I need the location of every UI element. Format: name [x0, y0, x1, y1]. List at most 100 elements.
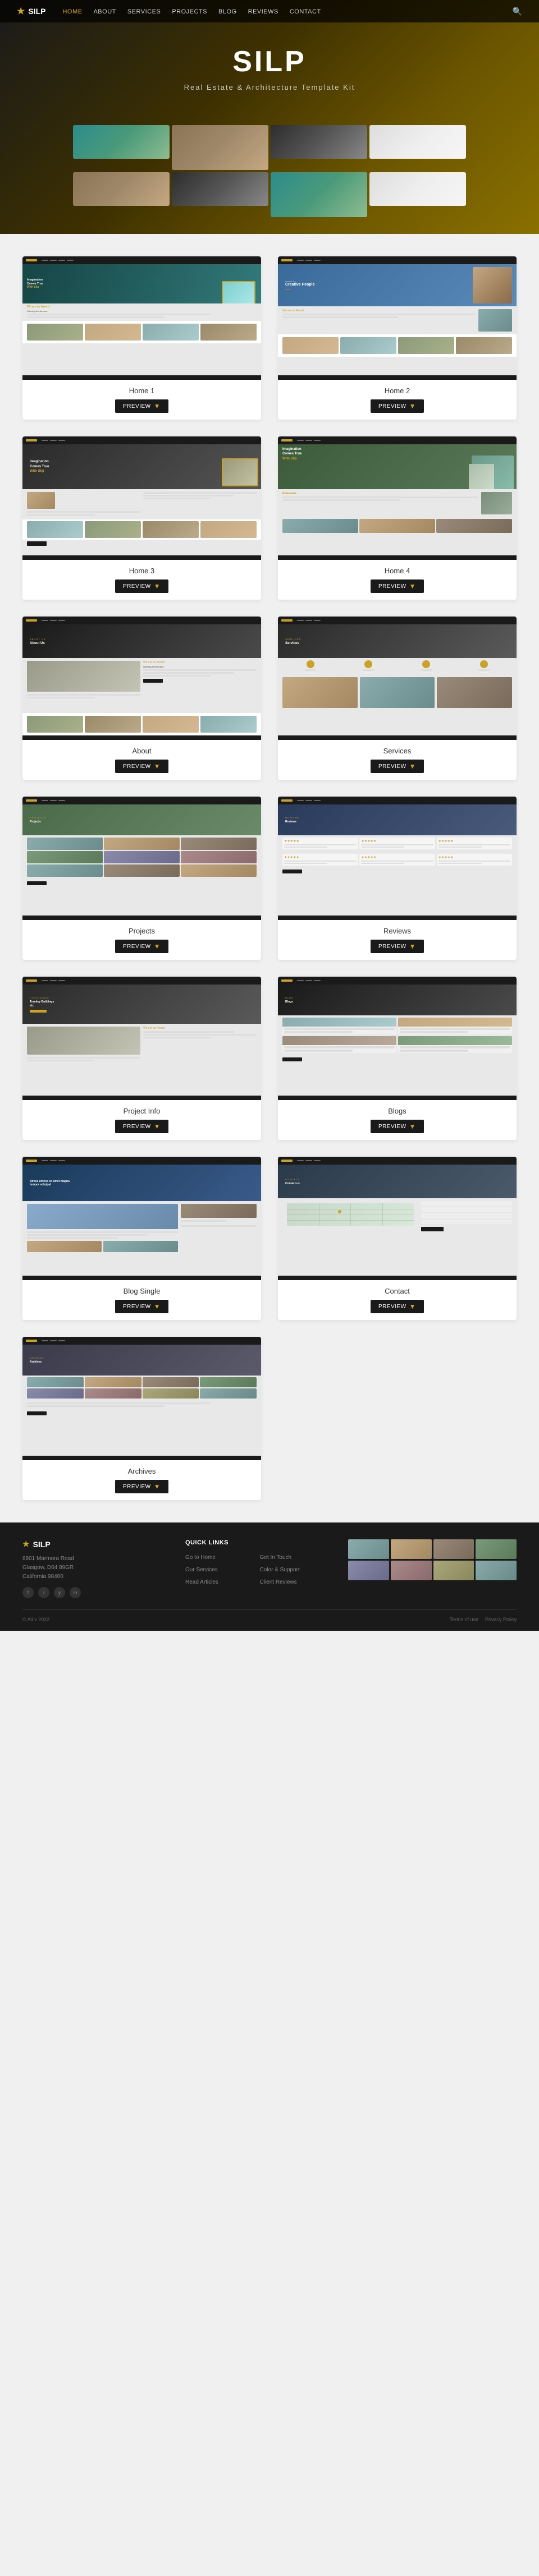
mini-nav-home2 — [278, 256, 517, 264]
preview-arrow-icon-3: ▼ — [154, 582, 161, 590]
mini-hero-archives: ARCHIVE Archives — [22, 1345, 261, 1376]
preview-btn-projects[interactable]: PREVIEW ▼ — [115, 940, 168, 953]
template-preview-blogs: BLOG Blogs — [278, 977, 517, 1100]
template-info-about: About PREVIEW ▼ — [22, 740, 261, 780]
footer-links-title: Quick links — [185, 1539, 326, 1546]
mockup-card-3 — [271, 125, 367, 159]
template-info-contact: Contact PREVIEW ▼ — [278, 1280, 517, 1320]
template-home4: ImaginationComes TrueWith Silp Realestat… — [278, 436, 517, 600]
template-preview-blogsingle: Stress utrices sit amet magnatempor volu… — [22, 1157, 261, 1280]
footer-logo: ★ SILP — [22, 1539, 163, 1549]
nav-item-projects[interactable]: PROJECTS — [172, 6, 207, 16]
nav-link-reviews[interactable]: REVIEWS — [248, 8, 278, 15]
footer-terms-link[interactable]: Terms of use — [449, 1617, 478, 1622]
nav-link-about[interactable]: ABOUT — [93, 8, 116, 15]
footer-link-item: Read Articles — [185, 1576, 252, 1586]
nav-link-blog[interactable]: BLOG — [218, 8, 237, 15]
mini-hero-projectinfo: Construction Turnkey Buildingsetc — [22, 985, 261, 1024]
preview-btn-home2[interactable]: PREVIEW ▼ — [371, 399, 424, 413]
mockup-card-2 — [172, 125, 268, 170]
preview-btn-about[interactable]: PREVIEW ▼ — [115, 760, 168, 773]
preview-arrow-icon-projectinfo: ▼ — [154, 1123, 161, 1130]
footer-brand: ★ SILP 8901 Marmora Road Glasgow, D04 89… — [22, 1539, 163, 1598]
preview-arrow-icon-services: ▼ — [409, 762, 416, 770]
nav-link-contact[interactable]: CONTACT — [290, 8, 321, 15]
nav-logo[interactable]: ★ SILP — [17, 6, 45, 17]
youtube-icon[interactable]: y — [54, 1587, 65, 1598]
template-preview-home4: ImaginationComes TrueWith Silp Realestat… — [278, 436, 517, 560]
template-name-blogsingle: Blog Single — [31, 1287, 253, 1295]
template-home3: ImaginationComes TrueWith Silp — [22, 436, 261, 600]
footer-link-support[interactable]: Color & Support — [260, 1567, 300, 1573]
mini-hero-home3: ImaginationComes TrueWith Silp — [22, 444, 261, 489]
footer-link-contact[interactable]: Get In Touch — [260, 1554, 292, 1561]
mini-nav-home4 — [278, 436, 517, 444]
preview-btn-services[interactable]: PREVIEW ▼ — [371, 760, 424, 773]
nav-link-projects[interactable]: PROJECTS — [172, 8, 207, 15]
mini-hero-projects: PROJECTS Projects — [22, 804, 261, 835]
template-home1: Imagination Comes True With Silp We are … — [22, 256, 261, 420]
template-info-home2: Home 2 PREVIEW ▼ — [278, 380, 517, 420]
mini-nav-services — [278, 617, 517, 624]
preview-btn-home4[interactable]: PREVIEW ▼ — [371, 579, 424, 593]
template-info-archives: Archives PREVIEW ▼ — [22, 1460, 261, 1500]
template-info-services: Services PREVIEW ▼ — [278, 740, 517, 780]
nav-item-contact[interactable]: CONTACT — [290, 6, 321, 16]
footer-gallery-item-8 — [476, 1561, 517, 1580]
hero-subtitle: Real Estate & Architecture Template Kit — [11, 83, 528, 91]
instagram-icon[interactable]: i — [38, 1587, 49, 1598]
template-about: ABOUT US About Us We are an Awa — [22, 617, 261, 780]
footer-logo-star-icon: ★ — [22, 1539, 30, 1549]
template-info-projects: Projects PREVIEW ▼ — [22, 920, 261, 960]
mini-blog-grid — [278, 1015, 517, 1055]
footer-copyright: © All v 2022 — [22, 1617, 49, 1622]
footer-gallery-item-1 — [348, 1539, 389, 1559]
main-nav: ★ SILP HOME ABOUT SERVICES PROJECTS BLOG… — [0, 0, 539, 22]
mini-hero-contact: CONTACT Contact us — [278, 1165, 517, 1198]
logo-star-icon: ★ — [17, 6, 25, 17]
preview-btn-home1[interactable]: PREVIEW ▼ — [115, 399, 168, 413]
nav-menu: HOME ABOUT SERVICES PROJECTS BLOG REVIEW… — [62, 6, 512, 16]
template-info-blogsingle: Blog Single PREVIEW ▼ — [22, 1280, 261, 1320]
nav-link-services[interactable]: SERVICES — [127, 8, 161, 15]
preview-btn-contact[interactable]: PREVIEW ▼ — [371, 1300, 424, 1313]
site-footer: ★ SILP 8901 Marmora Road Glasgow, D04 89… — [0, 1522, 539, 1631]
facebook-icon[interactable]: f — [22, 1587, 34, 1598]
footer-gallery — [348, 1539, 517, 1598]
nav-item-about[interactable]: ABOUT — [93, 6, 116, 16]
footer-link-home[interactable]: Go to Home — [185, 1554, 216, 1561]
template-name-contact: Contact — [286, 1287, 508, 1295]
nav-link-home[interactable]: HOME — [62, 8, 82, 15]
preview-btn-reviews[interactable]: PREVIEW ▼ — [371, 940, 424, 953]
footer-links: Quick links Go to Home Get In Touch Our … — [185, 1539, 326, 1598]
footer-link-reviews[interactable]: Client Reviews — [260, 1579, 297, 1585]
preview-arrow-icon: ▼ — [154, 402, 161, 410]
template-services: SERVICES Services — [278, 617, 517, 780]
mini-hero-home2: Interior for Creative People ━━━━ — [278, 264, 517, 306]
mini-hero-home1: Imagination Comes True With Silp — [22, 264, 261, 303]
mockup-card-5 — [73, 172, 170, 206]
preview-btn-projectinfo[interactable]: PREVIEW ▼ — [115, 1120, 168, 1133]
preview-btn-blogsingle[interactable]: PREVIEW ▼ — [115, 1300, 168, 1313]
mini-services-icons — [278, 658, 517, 675]
preview-arrow-icon-archives: ▼ — [154, 1483, 161, 1491]
preview-arrow-icon-projects: ▼ — [154, 942, 161, 950]
preview-btn-archives[interactable]: PREVIEW ▼ — [115, 1480, 168, 1493]
nav-item-blog[interactable]: BLOG — [218, 6, 237, 16]
footer-privacy-link[interactable]: Privacy Policy — [485, 1617, 517, 1622]
template-preview-archives: ARCHIVE Archives — [22, 1337, 261, 1460]
footer-link-services[interactable]: Our Services — [185, 1567, 218, 1573]
template-name-home1: Home 1 — [31, 387, 253, 395]
preview-btn-blogs[interactable]: PREVIEW ▼ — [371, 1120, 424, 1133]
nav-item-services[interactable]: SERVICES — [127, 6, 161, 16]
preview-btn-home3[interactable]: PREVIEW ▼ — [115, 579, 168, 593]
footer-link-articles[interactable]: Read Articles — [185, 1579, 218, 1585]
preview-arrow-icon-2: ▼ — [409, 402, 416, 410]
linkedin-icon[interactable]: in — [70, 1587, 81, 1598]
search-icon[interactable]: 🔍 — [513, 7, 522, 16]
mini-hero-blogsingle: Stress utrices sit amet magnatempor volu… — [22, 1165, 261, 1201]
nav-item-home[interactable]: HOME — [62, 6, 82, 16]
template-preview-projects: PROJECTS Projects — [22, 797, 261, 920]
footer-top: ★ SILP 8901 Marmora Road Glasgow, D04 89… — [22, 1539, 517, 1598]
nav-item-reviews[interactable]: REVIEWS — [248, 6, 278, 16]
